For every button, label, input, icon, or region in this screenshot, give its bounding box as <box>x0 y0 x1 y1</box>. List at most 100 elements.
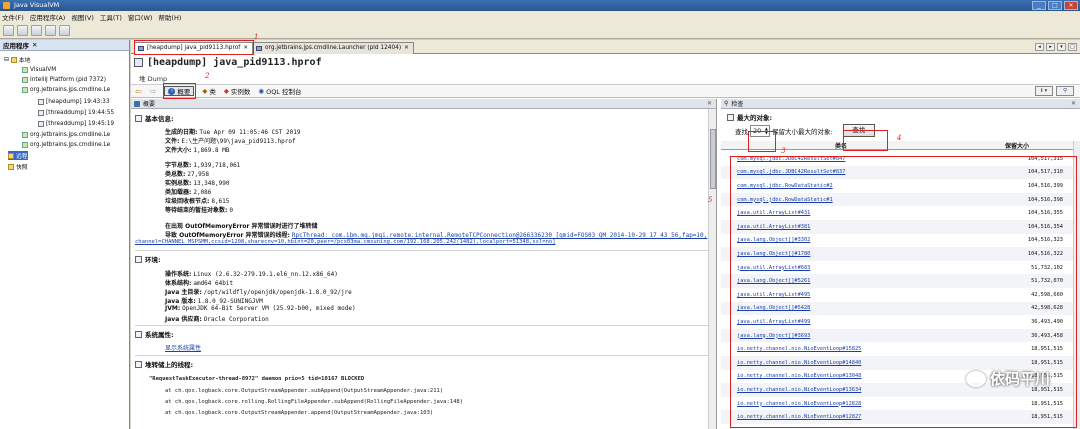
vertical-scrollbar[interactable] <box>708 109 716 429</box>
maximize-icon[interactable]: □ <box>1068 43 1077 51</box>
core-dump-icon[interactable] <box>59 25 70 36</box>
menu-application[interactable]: 应用程序(A) <box>30 12 66 22</box>
instances-button[interactable]: ◆ 实例数 <box>224 86 251 96</box>
tree-node-visualvm[interactable]: VisualVM <box>22 65 56 74</box>
show-system-properties-link[interactable]: 显示系统属性 <box>165 343 201 352</box>
tree-node-local[interactable]: ⊟ 本地 <box>4 55 30 64</box>
tab-list-right-icon[interactable]: ▸ <box>1046 43 1055 51</box>
tab-controls: ◂ ▸ ▾ □ <box>1035 43 1077 51</box>
tree-node-snapshots[interactable]: 快照 <box>8 162 28 171</box>
basic-info-header[interactable]: 基本信息: <box>135 113 174 123</box>
summary-pane-header: 概要 ✕ <box>131 99 716 109</box>
annotation-label-2: 2 <box>205 72 210 80</box>
document-icon <box>727 113 734 121</box>
annotation-box-1 <box>134 40 254 55</box>
close-icon[interactable]: ✕ <box>1071 100 1076 107</box>
threaddump-icon <box>38 109 44 116</box>
oom-thread: 导致 OutOfMemoryError 异常错误的线程: RpcThread: … <box>165 232 708 239</box>
largest-objects-header[interactable]: 最大的对象: <box>727 112 772 122</box>
annotation-label-5: 5 <box>708 196 713 204</box>
search-view-icon[interactable]: ⚲ <box>1056 86 1074 96</box>
add-remote-host-icon[interactable] <box>31 25 42 36</box>
tree-node-jps-launcher[interactable]: org.jetbrains.jps.cmdline.Le <box>22 85 110 94</box>
tree-node-remote[interactable]: 远程 <box>8 151 28 160</box>
env-row: 操作系统: Linux (2.6.32-279.19.1.el6_nn.12.x… <box>165 271 338 278</box>
tree-node-jps-launcher-2[interactable]: org.jetbrains.jps.cmdline.Le <box>22 130 110 139</box>
watermark: 依码平川 <box>965 368 1050 389</box>
view-switcher: i ▾ ⚲ <box>1035 86 1074 96</box>
close-icon[interactable]: ✕ <box>707 100 712 107</box>
load-icon[interactable] <box>3 25 14 36</box>
annotation-box-3 <box>748 131 776 152</box>
annotation-box-2 <box>163 83 196 99</box>
tab-launcher[interactable]: org.jetbrains.jps.cmdline.Launcher (pid … <box>252 42 414 54</box>
remote-icon <box>8 152 14 159</box>
info-view-icon[interactable]: i ▾ <box>1035 86 1053 96</box>
document-icon <box>135 360 142 368</box>
summary-pane: 概要 ✕ 基本信息: 生成的日期: Tue Apr 09 11:05:46 CS… <box>131 99 717 429</box>
annotation-label-1: 1 <box>254 33 259 41</box>
info-row: 文件大小: 1,869.8 MB <box>165 147 230 154</box>
visualvm-app-icon <box>3 2 10 9</box>
close-icon[interactable]: ✕ <box>32 41 37 49</box>
classes-button[interactable]: ◆ 类 <box>202 86 216 96</box>
forward-arrow-icon[interactable]: ⇨ <box>150 87 157 96</box>
heapdump-view-nav: ⇦ ⇨ i 概要 ◆ 类 ◆ 实例数 ◉ OQL 控制台 i ▾ ⚲ <box>131 84 1080 98</box>
instances-icon: ◆ <box>223 87 229 95</box>
threaddump-icon <box>38 120 44 127</box>
info-row: 等待结束的暂挂对象数: 0 <box>165 207 233 214</box>
menu-file[interactable]: 文件(F) <box>2 12 24 22</box>
heapdump-icon <box>134 58 143 67</box>
info-icon <box>134 100 140 107</box>
scrollbar-thumb[interactable] <box>710 129 716 189</box>
environment-header[interactable]: 环境: <box>135 254 161 264</box>
tree-node-jps-launcher-3[interactable]: org.jetbrains.jps.cmdline.Le <box>22 140 110 149</box>
applications-tab[interactable]: 应用程序 ✕ <box>0 40 129 51</box>
env-row: Java 供应商: Oracle Corporation <box>165 316 269 323</box>
stack-frame: at ch.qos.logback.core.OutputStreamAppen… <box>165 410 434 416</box>
document-tabs: [heapdump] java_pid9113.hprof ✕ org.jetbr… <box>131 40 1080 54</box>
annotation-label-4: 4 <box>897 134 902 142</box>
info-row: 类总数: 27,958 <box>165 171 210 178</box>
info-row: 字节总数: 1,939,718,061 <box>165 162 241 169</box>
info-row: 垃圾回收根节点: 8,615 <box>165 198 230 205</box>
oom-thread-link[interactable]: RpcThread: com.ibm.mq.jmqi.remote.intern… <box>292 232 707 239</box>
application-icon <box>22 66 28 73</box>
wechat-icon <box>965 370 986 387</box>
tree-node-threaddump-2[interactable]: [threaddump] 19:45:19 <box>38 119 114 128</box>
thread-name: "RequestTaskExecutor-thread-8972" daemon… <box>149 376 365 382</box>
env-row: 体系结构: amd64 64bit <box>165 280 234 287</box>
system-properties-header[interactable]: 系统属性: <box>135 329 174 339</box>
watermark-text: 依码平川 <box>989 370 1050 388</box>
oom-thread-link-cont[interactable]: channel=CHANNEL_MSPSMM,ccsid=1208,sharec… <box>135 239 556 245</box>
maximize-button[interactable]: □ <box>1048 1 1062 10</box>
close-icon[interactable]: ✕ <box>404 45 409 51</box>
divider <box>135 250 713 251</box>
oql-console-button[interactable]: ◉ OQL 控制台 <box>258 86 301 96</box>
menu-tools[interactable]: 工具(T) <box>100 12 122 22</box>
tree-node-intellij[interactable]: IntelliJ Platform (pid 7372) <box>22 75 106 84</box>
page-title: [heapdump] java_pid9113.hprof <box>134 57 322 68</box>
back-arrow-icon[interactable]: ⇦ <box>135 87 142 96</box>
divider <box>135 325 713 326</box>
menu-window[interactable]: 窗口(W) <box>128 12 153 22</box>
add-snapshot-icon[interactable] <box>45 25 56 36</box>
column-retained-size[interactable]: 保留大小 <box>961 141 1073 150</box>
menu-help[interactable]: 帮助(H) <box>158 12 181 22</box>
env-row: JVM: OpenJDK 64-Bit Server VM (25.92-b00… <box>165 305 356 312</box>
tree-node-threaddump-1[interactable]: [threaddump] 19:44:55 <box>38 108 114 117</box>
document-icon <box>135 330 142 338</box>
oql-icon: ◉ <box>258 87 265 95</box>
add-jmx-icon[interactable] <box>17 25 28 36</box>
application-icon <box>22 86 28 93</box>
menu-view[interactable]: 视图(V) <box>71 12 94 22</box>
minimize-button[interactable]: _ <box>1032 1 1046 10</box>
env-row: Java 主目录: /opt/wildfly/openjdk/openjdk-1… <box>165 289 352 296</box>
tab-list-icon[interactable]: ▾ <box>1057 43 1066 51</box>
divider <box>135 355 713 356</box>
inspect-pane-header: ⚲ 检查 ✕ <box>721 99 1080 109</box>
tab-list-left-icon[interactable]: ◂ <box>1035 43 1044 51</box>
tree-node-heapdump[interactable]: [heapdump] 19:43:33 <box>38 97 110 106</box>
close-button[interactable]: × <box>1064 1 1078 10</box>
threads-header[interactable]: 堆转储上的线程: <box>135 359 193 369</box>
